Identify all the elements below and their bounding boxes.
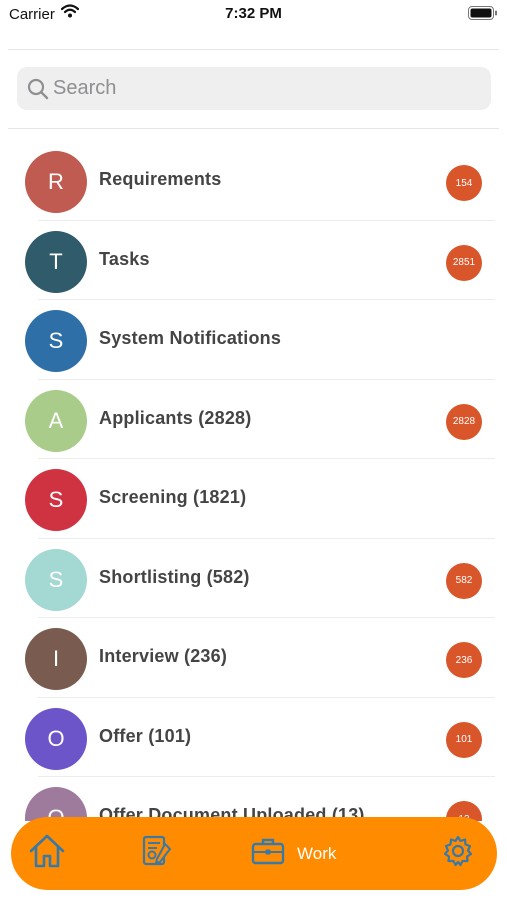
- list-item-title: System Notifications: [99, 328, 282, 348]
- count-badge: 154: [446, 165, 482, 201]
- clock: 7:32 PM: [225, 5, 282, 22]
- avatar: S: [25, 310, 87, 372]
- list-item-offer-document-uploaded[interactable]: O Offer Document Uploaded (13) 13: [0, 777, 507, 821]
- count-badge: 2851: [446, 244, 482, 281]
- top-divider: [8, 49, 499, 50]
- count-badge: 582: [446, 562, 482, 599]
- search-bar[interactable]: [17, 67, 491, 110]
- avatar: S: [25, 548, 87, 611]
- tab-settings[interactable]: [441, 817, 475, 890]
- avatar: S: [25, 469, 87, 531]
- avatar: O: [25, 707, 87, 770]
- tab-bar: Work: [11, 817, 497, 890]
- list-item-system-notifications[interactable]: S System Notifications: [0, 300, 507, 380]
- list-item-applicants[interactable]: A Applicants (2828) 2828: [0, 380, 507, 459]
- list-item-title: Applicants (2828): [99, 407, 252, 428]
- count-badge: 101: [446, 721, 482, 758]
- list-item-title: Tasks: [99, 248, 150, 269]
- status-bar: Carrier 7:32 PM: [0, 0, 507, 30]
- search-input[interactable]: [53, 67, 473, 110]
- search-divider: [8, 128, 499, 129]
- avatar: O: [25, 787, 87, 821]
- list-item-tasks[interactable]: T Tasks 2851: [0, 221, 507, 300]
- avatar: I: [25, 628, 87, 690]
- list-item-title: Interview (236): [99, 646, 228, 666]
- document-icon: [139, 834, 173, 873]
- list-item-title: Offer (101): [99, 725, 192, 746]
- list-item-screening[interactable]: S Screening (1821): [0, 459, 507, 539]
- gear-icon: [441, 834, 475, 873]
- home-icon: [27, 831, 67, 876]
- tab-documents[interactable]: [139, 817, 173, 890]
- search-icon: [27, 78, 49, 105]
- count-badge: 2828: [446, 403, 482, 440]
- list-item-title: Screening (1821): [99, 487, 247, 507]
- avatar: A: [25, 389, 87, 452]
- list-item-requirements[interactable]: R Requirements 154: [0, 141, 507, 221]
- tab-work-label: Work: [297, 843, 337, 863]
- avatar: R: [25, 151, 87, 213]
- tab-work[interactable]: Work: [251, 817, 336, 890]
- battery-icon: [468, 6, 498, 25]
- tab-home[interactable]: [27, 817, 67, 890]
- count-badge: 236: [446, 642, 482, 678]
- module-list: R Requirements 154 T Tasks 2851 S System…: [0, 141, 507, 821]
- list-item-shortlisting[interactable]: S Shortlisting (582) 582: [0, 539, 507, 618]
- list-item-offer[interactable]: O Offer (101) 101: [0, 698, 507, 777]
- list-item-title: Requirements: [99, 169, 222, 189]
- briefcase-icon: [251, 836, 285, 871]
- list-item-interview[interactable]: I Interview (236) 236: [0, 618, 507, 698]
- avatar: T: [25, 230, 87, 293]
- list-item-title: Shortlisting (582): [99, 566, 250, 587]
